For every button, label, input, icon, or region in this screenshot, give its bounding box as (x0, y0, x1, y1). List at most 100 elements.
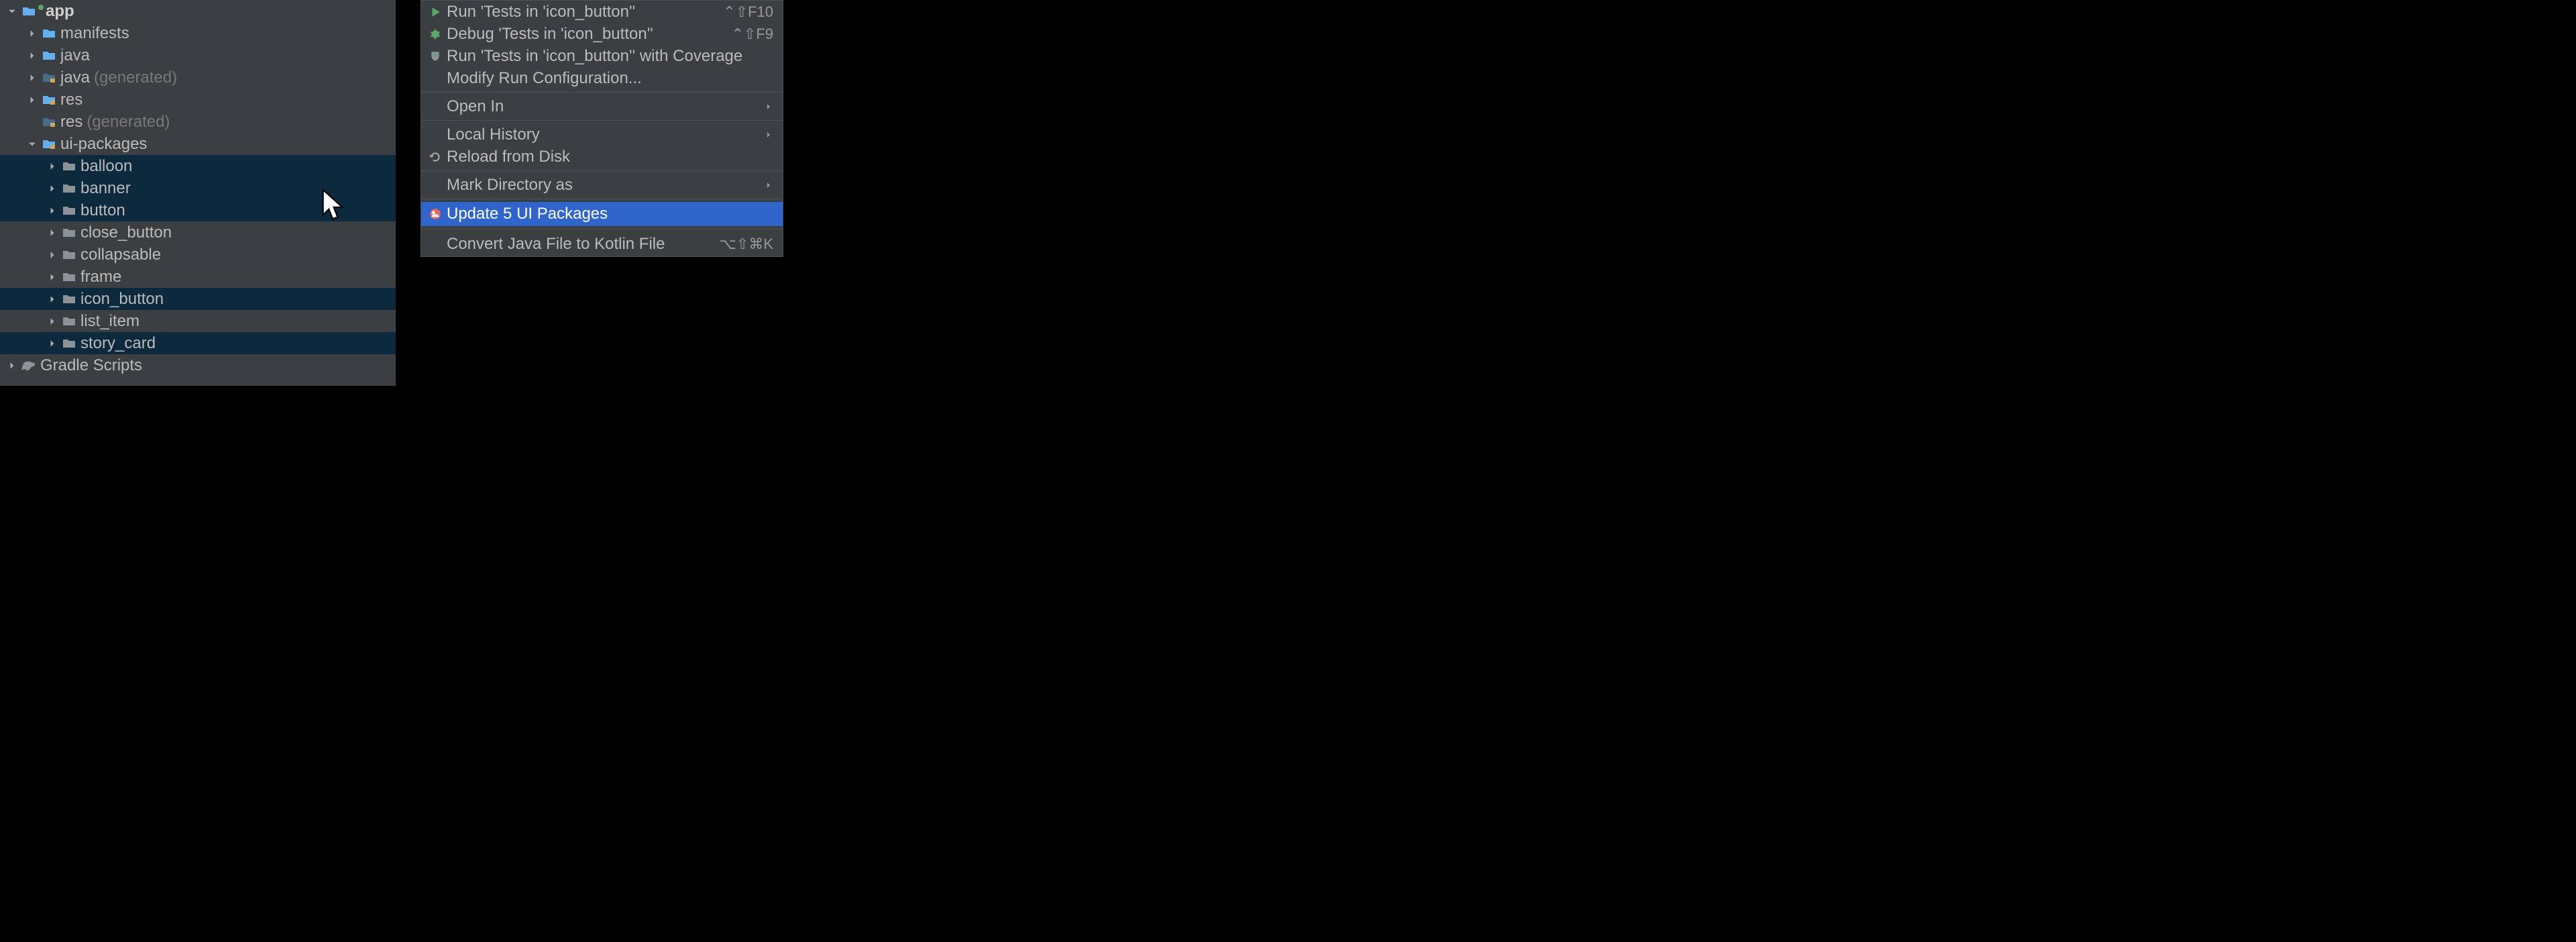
submenu-arrow-icon (764, 182, 773, 189)
tree-label: Gradle Scripts (40, 356, 142, 375)
tree-label: story_card (80, 334, 156, 353)
menu-item-run[interactable]: Run 'Tests in 'icon_button'' ⌃⇧F10 (421, 1, 783, 23)
tree-label: manifests (60, 24, 129, 43)
folder-icon (62, 337, 76, 350)
menu-item-update-ui-packages[interactable]: Update 5 UI Packages (421, 202, 783, 226)
chevron-right-icon (47, 205, 58, 216)
tree-item-ui-packages[interactable]: ui-packages (0, 133, 396, 155)
folder-icon (42, 50, 56, 62)
relay-icon (428, 208, 443, 220)
tree-label: banner (80, 179, 131, 198)
folder-icon (62, 182, 76, 195)
chevron-right-icon (27, 50, 38, 61)
chevron-right-icon (47, 161, 58, 172)
menu-label: Convert Java File to Kotlin File (447, 235, 720, 254)
chevron-right-icon (7, 360, 17, 371)
menu-shortcut: ⌃⇧F9 (731, 25, 773, 43)
chevron-down-icon (27, 139, 38, 150)
tree-suffix: (generated) (94, 68, 177, 87)
chevron-right-icon (47, 316, 58, 327)
tree-item-res[interactable]: res (0, 89, 396, 111)
chevron-down-icon (7, 6, 17, 17)
tree-label: app (46, 2, 74, 21)
menu-separator (421, 120, 783, 121)
chevron-right-icon (47, 183, 58, 194)
generated-res-folder-icon (42, 116, 56, 128)
chevron-right-icon (47, 250, 58, 260)
tree-label: list_item (80, 312, 139, 331)
menu-shortcut: ⌃⇧F10 (723, 3, 773, 21)
menu-label: Reload from Disk (447, 148, 773, 166)
folder-icon (62, 227, 76, 239)
chevron-right-icon (27, 95, 38, 105)
menu-label: Update 5 UI Packages (447, 205, 773, 223)
tree-item-java-generated[interactable]: java (generated) (0, 66, 396, 89)
menu-item-reload[interactable]: Reload from Disk (421, 146, 783, 168)
menu-separator (421, 170, 783, 171)
tree-label: balloon (80, 157, 132, 176)
menu-item-mark-directory[interactable]: Mark Directory as (421, 174, 783, 196)
tree-item-manifests[interactable]: manifests (0, 22, 396, 44)
tree-label: button (80, 201, 125, 220)
folder-icon (42, 28, 56, 40)
menu-shortcut: ⌥⇧⌘K (720, 235, 773, 253)
chevron-right-icon (47, 294, 58, 305)
submenu-arrow-icon (764, 103, 773, 110)
tree-item-java[interactable]: java (0, 44, 396, 66)
menu-item-debug[interactable]: Debug 'Tests in 'icon_button'' ⌃⇧F9 (421, 23, 783, 45)
status-dot-icon (38, 5, 44, 10)
tree-item-button[interactable]: button (0, 199, 396, 221)
tree-item-collapsable[interactable]: collapsable (0, 244, 396, 266)
tree-item-balloon[interactable]: balloon (0, 155, 396, 177)
folder-icon (62, 160, 76, 172)
tree-item-icon-button[interactable]: icon_button (0, 288, 396, 310)
folder-icon (62, 205, 76, 217)
debug-icon (428, 28, 443, 40)
tree-label: icon_button (80, 290, 164, 309)
menu-item-coverage[interactable]: Run 'Tests in 'icon_button'' with Covera… (421, 45, 783, 67)
menu-item-modify-run[interactable]: Modify Run Configuration... (421, 67, 783, 89)
tree-item-app[interactable]: app (0, 0, 396, 22)
tree-item-close-button[interactable]: close_button (0, 221, 396, 244)
tree-item-gradle-scripts[interactable]: Gradle Scripts (0, 354, 396, 376)
tree-label: ui-packages (60, 135, 147, 154)
menu-item-local-history[interactable]: Local History (421, 123, 783, 146)
tree-item-res-generated[interactable]: res (generated) (0, 111, 396, 133)
res-folder-icon (42, 94, 56, 106)
folder-icon (62, 249, 76, 261)
chevron-right-icon (47, 272, 58, 282)
folder-icon (62, 271, 76, 283)
menu-label: Local History (447, 125, 764, 144)
chevron-right-icon (47, 227, 58, 238)
menu-label: Debug 'Tests in 'icon_button'' (447, 25, 731, 44)
folder-icon (21, 5, 36, 17)
tree-label: res (60, 113, 82, 132)
tree-label: frame (80, 268, 121, 286)
submenu-arrow-icon (764, 132, 773, 138)
reload-icon (428, 151, 443, 163)
tree-label: java (60, 46, 90, 65)
menu-item-convert-kotlin[interactable]: Convert Java File to Kotlin File ⌥⇧⌘K (421, 232, 783, 256)
generated-folder-icon (42, 72, 56, 84)
run-icon (428, 6, 443, 18)
tree-label: res (60, 91, 82, 109)
chevron-right-icon (27, 28, 38, 39)
tree-item-story-card[interactable]: story_card (0, 332, 396, 354)
tree-suffix: (generated) (87, 113, 170, 132)
menu-label: Run 'Tests in 'icon_button'' with Covera… (447, 47, 773, 66)
tree-label: close_button (80, 223, 172, 242)
menu-label: Modify Run Configuration... (447, 69, 773, 88)
menu-label: Run 'Tests in 'icon_button'' (447, 3, 723, 21)
folder-icon (62, 293, 76, 305)
res-folder-icon (42, 138, 56, 150)
menu-item-open-in[interactable]: Open In (421, 95, 783, 117)
chevron-right-icon (47, 338, 58, 349)
menu-separator (421, 92, 783, 93)
tree-item-frame[interactable]: frame (0, 266, 396, 288)
project-tree: app manifests java java (generated) res … (0, 0, 396, 386)
tree-item-list-item[interactable]: list_item (0, 310, 396, 332)
context-menu: Run 'Tests in 'icon_button'' ⌃⇧F10 Debug… (421, 0, 783, 257)
menu-label: Mark Directory as (447, 176, 764, 195)
coverage-icon (428, 50, 443, 62)
tree-item-banner[interactable]: banner (0, 177, 396, 199)
